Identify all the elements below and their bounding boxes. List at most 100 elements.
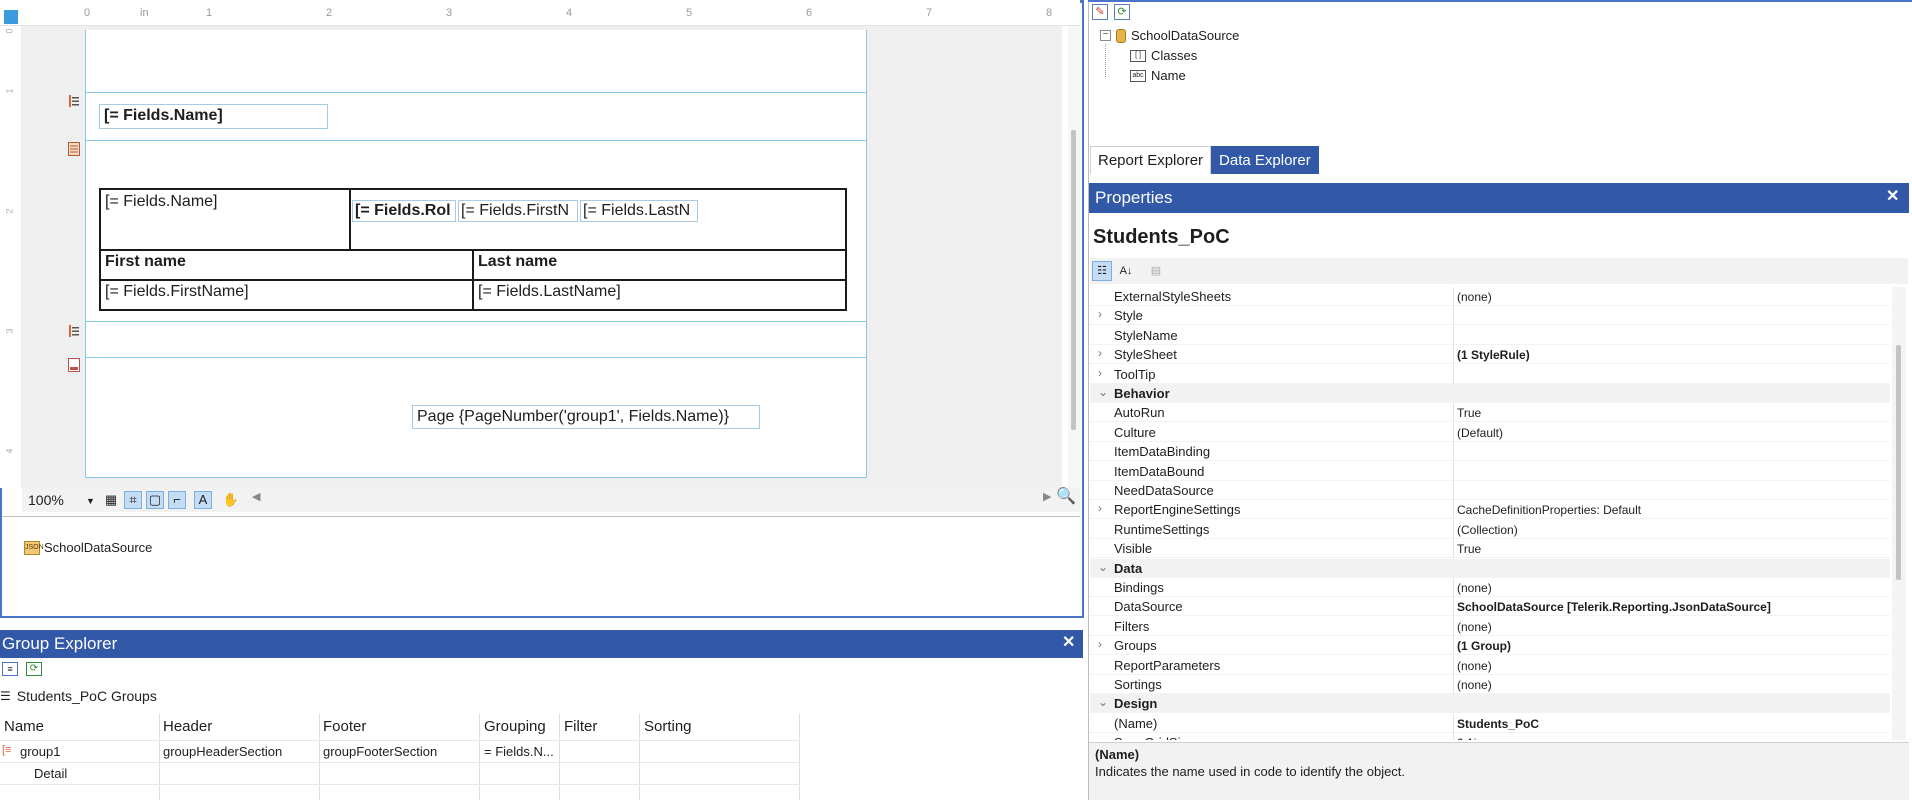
property-value[interactable]: (Default)	[1457, 426, 1503, 440]
property-row[interactable]: NeedDataSource	[1090, 481, 1890, 500]
property-row[interactable]: ItemDataBound	[1090, 461, 1890, 481]
table-cell-role[interactable]: [= Fields.Rol	[352, 200, 456, 222]
refresh-icon[interactable]: ⟳	[1114, 4, 1130, 20]
property-row[interactable]: Bindings (none)	[1090, 578, 1890, 597]
page-layout-icon[interactable]: ▢	[146, 491, 164, 509]
snap-to-grid-icon[interactable]: ⌗	[124, 491, 142, 509]
table-header-last-name[interactable]: Last name	[474, 250, 844, 274]
property-row[interactable]: ItemDataBinding	[1090, 442, 1890, 462]
tree-node-datasource[interactable]: − SchoolDataSource	[1100, 28, 1239, 43]
property-row[interactable]: Filters (none)	[1090, 616, 1890, 636]
property-value[interactable]: CacheDefinitionProperties: Default	[1457, 503, 1641, 517]
column-header-sorting[interactable]: Sorting	[644, 718, 692, 735]
group-header-cell[interactable]: groupHeaderSection	[163, 744, 282, 759]
property-row[interactable]: ReportParameters (none)	[1090, 655, 1890, 675]
detail-section-icon[interactable]	[68, 142, 80, 156]
table-header-first-name[interactable]: First name	[101, 250, 471, 274]
collapse-icon[interactable]: ⌄	[1098, 385, 1108, 399]
property-row[interactable]: Culture (Default)	[1090, 422, 1890, 442]
group-footer-cell[interactable]: groupFooterSection	[323, 744, 437, 759]
property-value[interactable]: (Collection)	[1457, 523, 1518, 537]
sort-alphabetical-icon[interactable]: A↓	[1116, 261, 1136, 281]
groups-root[interactable]: ☰ Students_PoC Groups	[0, 688, 157, 704]
property-row[interactable]: › ReportEngineSettings CacheDefinitionProp…	[1090, 500, 1890, 520]
property-value[interactable]: (none)	[1457, 290, 1492, 304]
dimensions-icon[interactable]: ⌐	[168, 491, 186, 509]
scrollbar-thumb[interactable]	[1071, 130, 1076, 430]
property-row[interactable]: StyleName	[1090, 325, 1890, 345]
property-value[interactable]: (none)	[1457, 581, 1492, 595]
property-row[interactable]: ExternalStyleSheets (none)	[1090, 287, 1890, 306]
property-category[interactable]: ⌄ Design	[1090, 694, 1890, 714]
property-value[interactable]: (1 StyleRule)	[1457, 348, 1530, 362]
text-style-icon[interactable]: A	[194, 491, 212, 509]
close-icon[interactable]: ✕	[1886, 186, 1899, 206]
column-header-header[interactable]: Header	[163, 718, 212, 735]
magnifier-icon[interactable]: 🔍	[1056, 486, 1076, 506]
group-header-name-textbox[interactable]: [= Fields.Name]	[99, 104, 328, 129]
property-value[interactable]: (none)	[1457, 678, 1492, 692]
tree-node-field[interactable]: abc Name	[1130, 68, 1186, 83]
edit-datasource-icon[interactable]: ✎	[1092, 4, 1108, 20]
property-row[interactable]: › Style	[1090, 306, 1890, 326]
column-header-filter[interactable]: Filter	[564, 718, 597, 735]
hand-tool-icon[interactable]: ✋	[222, 491, 240, 509]
collapse-icon[interactable]: −	[1100, 30, 1111, 41]
property-value[interactable]: SchoolDataSource [Telerik.Reporting.Json…	[1457, 600, 1771, 614]
table-cell-first-name[interactable]: [= Fields.FirstName]	[101, 280, 471, 304]
property-pages-icon[interactable]: ▤	[1146, 261, 1166, 281]
expand-icon[interactable]: ›	[1098, 501, 1102, 515]
collapse-icon[interactable]: ⌄	[1098, 695, 1108, 709]
property-row[interactable]: DataSource SchoolDataSource [Telerik.Repo…	[1090, 597, 1890, 617]
group-header-section-icon[interactable]	[68, 94, 80, 108]
scroll-right-icon[interactable]: ▶	[1043, 490, 1051, 503]
expand-icon[interactable]: ›	[1098, 366, 1102, 380]
column-header-name[interactable]: Name	[4, 718, 44, 735]
scrollbar-thumb[interactable]	[1896, 345, 1901, 580]
table-cell-name[interactable]: [= Fields.Name]	[101, 190, 349, 214]
property-value[interactable]: (none)	[1457, 659, 1492, 673]
property-row[interactable]: (Name) Students_PoC	[1090, 713, 1890, 733]
property-value[interactable]: True	[1457, 406, 1481, 420]
detail-row-name[interactable]: Detail	[34, 766, 67, 781]
property-row[interactable]: RuntimeSettings (Collection)	[1090, 519, 1890, 539]
categorized-icon[interactable]: ☷	[1092, 261, 1112, 281]
table-cell-lastname-short[interactable]: [= Fields.LastN	[580, 200, 698, 222]
view-options-icon[interactable]: ≡	[2, 662, 18, 676]
scroll-left-icon[interactable]: ◀	[252, 490, 260, 503]
refresh-icon[interactable]: ⟳	[26, 662, 42, 676]
tab-report-explorer[interactable]: Report Explorer	[1090, 146, 1212, 174]
property-value[interactable]: (none)	[1457, 620, 1492, 634]
page-footer-section-icon[interactable]	[68, 358, 80, 372]
property-category[interactable]: ⌄ Data	[1090, 558, 1890, 578]
tree-node-field[interactable]: [ ] Classes	[1130, 48, 1197, 63]
tray-datasource-item[interactable]: JSON SchoolDataSource	[24, 540, 152, 555]
group-name-cell[interactable]: group1	[20, 744, 60, 759]
tab-data-explorer[interactable]: Data Explorer	[1211, 146, 1319, 174]
column-header-footer[interactable]: Footer	[323, 718, 366, 735]
table-cell-last-name[interactable]: [= Fields.LastName]	[474, 280, 844, 304]
collapse-icon[interactable]: ⌄	[1098, 560, 1108, 574]
property-row[interactable]: › Groups (1 Group)	[1090, 636, 1890, 656]
expand-icon[interactable]: ›	[1098, 346, 1102, 360]
property-row[interactable]: Visible True	[1090, 539, 1890, 559]
property-row[interactable]: › ToolTip	[1090, 364, 1890, 384]
table-cell-firstname-short[interactable]: [= Fields.FirstN	[458, 200, 578, 222]
property-value[interactable]: (1 Group)	[1457, 639, 1511, 653]
property-row[interactable]: Sortings (none)	[1090, 675, 1890, 694]
column-header-grouping[interactable]: Grouping	[484, 718, 546, 735]
page-number-textbox[interactable]: Page {PageNumber('group1', Fields.Name)}	[412, 405, 760, 429]
grid-icon[interactable]: ▦	[102, 491, 120, 509]
group-grouping-cell[interactable]: = Fields.N...	[484, 744, 554, 759]
students-table[interactable]: [= Fields.Name] [= Fields.Rol [= Fields.…	[99, 188, 847, 311]
property-value[interactable]: Students_PoC	[1457, 717, 1539, 731]
expand-icon[interactable]: ›	[1098, 307, 1102, 321]
group-footer-section-icon[interactable]	[68, 324, 80, 338]
property-row[interactable]: › StyleSheet (1 StyleRule)	[1090, 345, 1890, 365]
property-value[interactable]: 0.1in	[1457, 736, 1483, 740]
property-row[interactable]: AutoRun True	[1090, 403, 1890, 423]
zoom-dropdown-icon[interactable]: ▼	[86, 496, 95, 506]
close-icon[interactable]: ✕	[1062, 632, 1075, 652]
property-category[interactable]: ⌄ Behavior	[1090, 384, 1890, 403]
zoom-level[interactable]: 100%	[28, 492, 64, 508]
